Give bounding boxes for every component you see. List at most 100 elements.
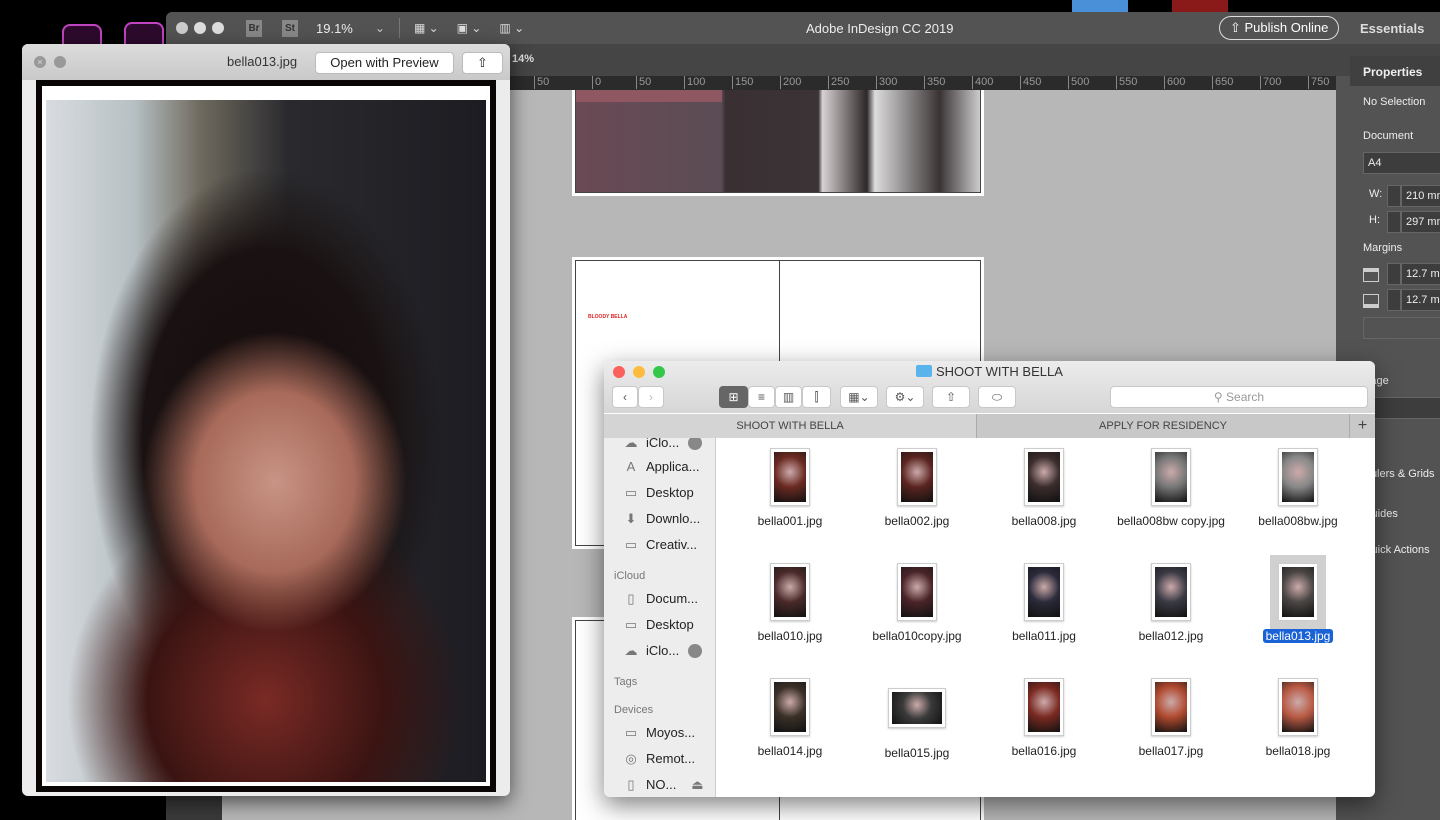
document-preset-select[interactable]: A4 [1363,152,1440,174]
quick-look-filename: bella013.jpg [227,54,298,69]
action-gear-button[interactable]: ⚙⌄ [886,386,924,408]
ruler-tick: 450 [1020,76,1041,89]
file-thumbnail [1151,563,1191,621]
image-preview [1028,452,1060,502]
arrange-documents-icon[interactable]: ▥ ⌄ [499,21,524,35]
tab-shoot-with-bella[interactable]: SHOOT WITH BELLA [604,414,977,438]
drive-icon: ▯ [627,776,635,792]
view-options-icon[interactable]: ▦ ⌄ [414,21,439,35]
back-button[interactable]: ‹ [612,386,638,408]
zoom-button[interactable] [653,366,665,378]
file-item[interactable]: bella008bw copy.jpg [1111,448,1231,529]
file-item[interactable]: bella001.jpg [730,448,850,529]
file-item[interactable]: bella008.jpg [984,448,1104,529]
sidebar-item-creative-cloud[interactable]: ▭ Creativ... [622,537,697,552]
finder-window: SHOOT WITH BELLA ‹ › ⊞ ≡ ▥ ⫿ ▦⌄ ⚙⌄ ⇧ ⬭ ⚲… [604,361,1375,797]
close-button[interactable] [613,366,625,378]
margin-bottom-field[interactable]: 12.7 mm [1401,289,1440,311]
sidebar-item-documents[interactable]: ▯ Docum... [622,591,698,606]
workspace-switcher[interactable]: Essentials [1360,21,1424,36]
file-item[interactable]: bella012.jpg [1111,563,1231,644]
bridge-button[interactable]: Br [246,19,262,37]
file-thumbnail [888,688,946,728]
sidebar-header-icloud: iCloud [614,570,646,582]
stock-button[interactable]: St [282,19,298,37]
sidebar-item-icloud-drive[interactable]: ☁ iClo... [622,643,680,658]
ruler-tick: 500 [1068,76,1089,89]
width-stepper[interactable] [1387,185,1401,207]
forward-button[interactable]: › [638,386,664,408]
folder-icon [916,365,932,377]
margin-top-field[interactable]: 12.7 mm [1401,263,1440,285]
icon-view-button[interactable]: ⊞ [719,386,748,408]
margin-top-stepper[interactable] [1387,263,1401,285]
new-tab-button[interactable]: + [1349,414,1375,438]
column-view-button[interactable]: ▥ [775,386,802,408]
height-label: H: [1369,214,1380,226]
share-button[interactable]: ⇧ [462,52,503,74]
minimize-button[interactable] [194,22,206,34]
share-button[interactable]: ⇧ [932,386,970,408]
file-item[interactable]: bella008bw.jpg [1238,448,1358,529]
sidebar-item-external-drive[interactable]: ▯ NO... ⏏ [622,777,712,792]
quick-look-window: × bella013.jpg Open with Preview ⇧ [22,44,510,796]
image-preview [1028,682,1060,732]
file-name: bella015.jpg [884,746,950,760]
file-item[interactable]: bella010.jpg [730,563,850,644]
eject-icon[interactable]: ⏏ [688,777,706,792]
ruler-tick: 0 [592,76,601,89]
file-item[interactable]: bella015.jpg [857,678,977,761]
search-icon: ⚲ [1213,390,1227,404]
sidebar-item-downloads[interactable]: ⬇ Downlo... [622,510,701,526]
width-field[interactable]: 210 mm [1401,185,1440,207]
desktop-thumbnail [1072,0,1128,12]
height-stepper[interactable] [1387,211,1401,233]
desktop-icon: ▭ [624,616,638,632]
share-icon: ⇧ [1230,20,1245,35]
margin-top-icon [1363,268,1379,282]
search-input[interactable]: ⚲ Search [1110,386,1368,408]
sidebar-item-applications[interactable]: A Applica... [622,459,700,474]
zoom-button[interactable] [212,22,224,34]
height-field[interactable]: 297 mm [1401,211,1440,233]
group-button[interactable]: ▦⌄ [840,386,878,408]
downloads-icon: ⬇ [625,510,637,526]
sidebar-item-icloud-drive[interactable]: ☁ iClo... [622,438,680,450]
close-icon[interactable]: × [34,56,46,68]
margin-bottom-stepper[interactable] [1387,289,1401,311]
list-view-button[interactable]: ≡ [748,386,775,408]
laptop-icon: ▭ [624,724,638,740]
document-tab[interactable]: 14% [512,53,534,65]
file-thumbnail [1024,678,1064,736]
file-item[interactable]: bella016.jpg [984,678,1104,759]
chevron-down-icon[interactable]: ⌄ [375,21,385,35]
sidebar-item-icloud-desktop[interactable]: ▭ Desktop [622,617,694,632]
gallery-view-button[interactable]: ⫿ [802,386,831,408]
close-button[interactable] [176,22,188,34]
file-item[interactable]: bella013.jpg [1238,555,1358,644]
file-item[interactable]: bella002.jpg [857,448,977,529]
page-title-text[interactable]: BLOODY BELLA [588,314,627,320]
minimize-button[interactable] [633,366,645,378]
file-thumbnail [1024,448,1064,506]
adjust-layout-button[interactable] [1363,317,1440,339]
sidebar-item-remote-disc[interactable]: ◎ Remot... [622,751,695,766]
file-item[interactable]: bella018.jpg [1238,678,1358,759]
fullscreen-icon[interactable] [54,56,66,68]
file-thumbnail [1151,678,1191,736]
zoom-level[interactable]: 19.1% [316,21,353,36]
sidebar-item-computer[interactable]: ▭ Moyos... [622,725,695,740]
document-page[interactable] [575,90,981,193]
screen-mode-icon[interactable]: ▣ ⌄ [457,21,482,35]
tags-button[interactable]: ⬭ [978,386,1016,408]
tab-apply-for-residency[interactable]: APPLY FOR RESIDENCY [977,414,1349,438]
publish-online-button[interactable]: ⇧ Publish Online [1219,16,1340,40]
file-item[interactable]: bella011.jpg [984,563,1104,644]
open-with-preview-button[interactable]: Open with Preview [315,52,454,74]
properties-tab[interactable]: Properties [1363,65,1422,79]
file-item[interactable]: bella017.jpg [1111,678,1231,759]
file-item[interactable]: bella014.jpg [730,678,850,759]
file-item[interactable]: bella010copy.jpg [857,563,977,644]
ruler-tick: 50 [534,76,549,89]
sidebar-item-desktop[interactable]: ▭ Desktop [622,485,694,500]
